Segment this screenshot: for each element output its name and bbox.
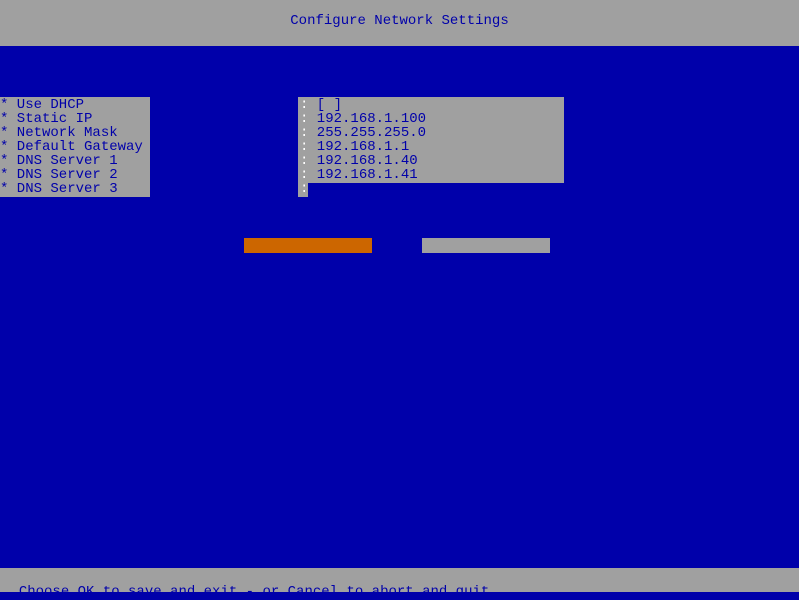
field-network-mask[interactable]: * Network Mask : 255.255.255.0 — [0, 126, 564, 140]
cancel-button-label: Cancel — [486, 270, 536, 286]
field-static-ip[interactable]: * Static IP : 192.168.1.100 — [0, 112, 564, 126]
bracket-right-icon: > — [540, 286, 548, 302]
field-dns-server-1[interactable]: * DNS Server 1 : 192.168.1.40 — [0, 154, 564, 168]
field-use-dhcp[interactable]: * Use DHCP : [ ] — [0, 98, 564, 112]
status-bar: Choose OK to save and exit - or Cancel t… — [0, 568, 799, 592]
field-value[interactable]: 192.168.1.41 — [308, 167, 564, 183]
ok-button-label: OK — [325, 270, 342, 286]
bracket-left-icon: < — [424, 254, 432, 270]
content-area: * Use DHCP : [ ] * Static IP : 192.168.1… — [0, 46, 799, 568]
colon: : — [298, 181, 308, 197]
fields-container: * Use DHCP : [ ] * Static IP : 192.168.1… — [0, 98, 564, 196]
title-bar: Configure Network Settings — [0, 0, 799, 46]
field-default-gateway[interactable]: * Default Gateway : 192.168.1.1 — [0, 140, 564, 154]
bracket-right-icon: > — [362, 286, 370, 302]
bracket-left-icon: < — [246, 254, 254, 270]
buttons-row: < OK > < Cancel > — [244, 238, 550, 253]
field-label: * DNS Server 3 — [0, 181, 150, 197]
field-dns-server-3[interactable]: * DNS Server 3 : — [0, 182, 564, 196]
ok-button[interactable]: < OK > — [244, 238, 372, 253]
field-dns-server-2[interactable]: * DNS Server 2 : 192.168.1.41 — [0, 168, 564, 182]
status-text: Choose OK to save and exit - or Cancel t… — [19, 584, 489, 600]
separator — [150, 181, 298, 197]
page-title: Configure Network Settings — [290, 13, 508, 29]
cancel-button[interactable]: < Cancel > — [422, 238, 550, 253]
